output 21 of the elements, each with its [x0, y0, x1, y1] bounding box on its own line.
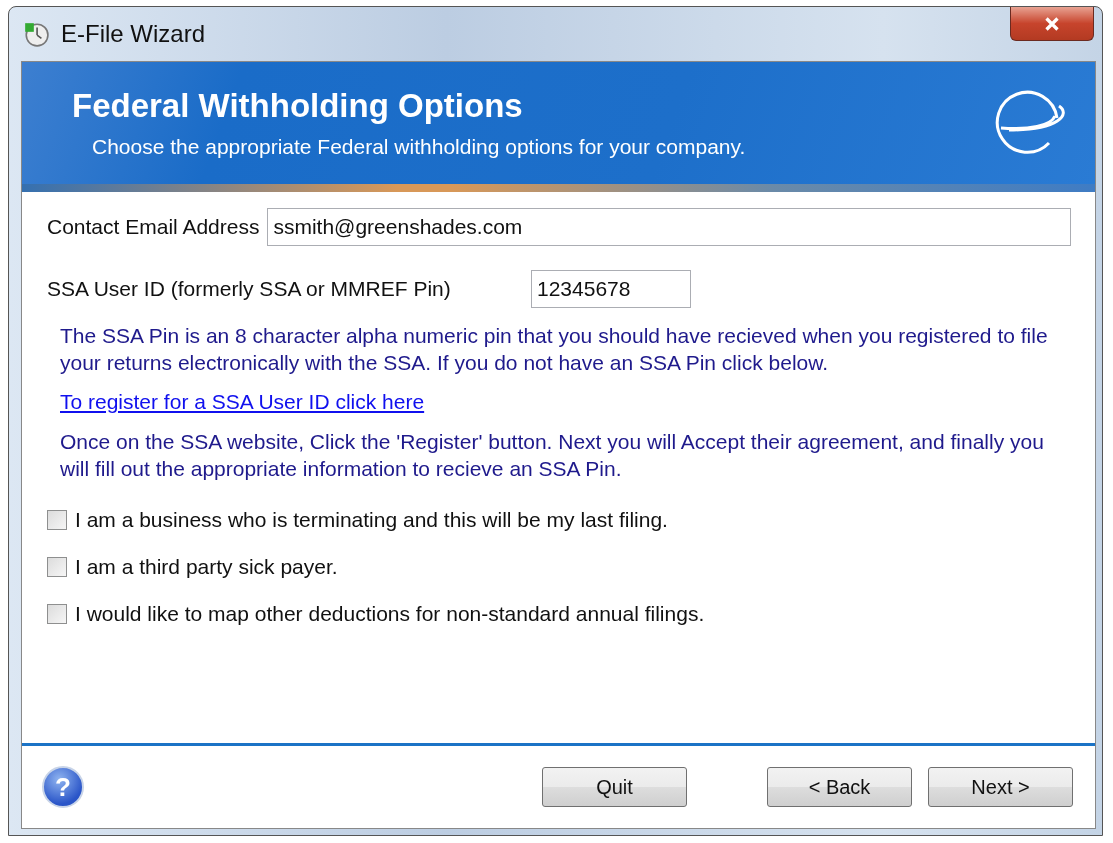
window-title: E-File Wizard [61, 20, 205, 48]
info-text: The SSA Pin is an 8 character alpha numeric pin that you should have recieved when you registered to file your returns electronically with the SSA. If you do not have an SSA Pin click below. [60, 323, 1049, 376]
navigation-button[interactable]: Next > [928, 767, 1073, 807]
checkbox-label: I would like to map other deductions for non-standard annual filings. [75, 602, 705, 626]
close-button[interactable] [1010, 7, 1094, 41]
info-text: Once on the SSA website, Click the 'Register' button. Next you will Accept their agreement, and finally you will fill out the appropriate information to recieve an SSA Pin. [60, 429, 1045, 482]
clock-icon [23, 21, 49, 47]
checkbox[interactable] [47, 604, 67, 624]
field-label: Contact Email Address [47, 215, 260, 239]
email-field[interactable]: ssmith@greenshades.com [267, 208, 1071, 246]
register-link[interactable]: To register for a SSA User ID click here [60, 390, 425, 414]
quit-button[interactable]: Quit [542, 767, 687, 807]
page-subheading: Choose the appropriate Federal withholding options for your company. [92, 135, 747, 159]
checkbox[interactable] [47, 510, 67, 530]
checkbox-label: I am a third party sick payer. [75, 555, 338, 579]
checkbox-label: I am a business who is terminating and this will be my last filing. [75, 508, 668, 532]
checkbox[interactable] [47, 557, 67, 577]
page-heading: Federal Withholding Options [72, 87, 524, 125]
user-id-field[interactable]: 12345678 [531, 270, 691, 308]
navigation-button[interactable]: < Back [767, 767, 912, 807]
field-label: SSA User ID (formerly SSA or MMREF Pin) [47, 277, 452, 301]
